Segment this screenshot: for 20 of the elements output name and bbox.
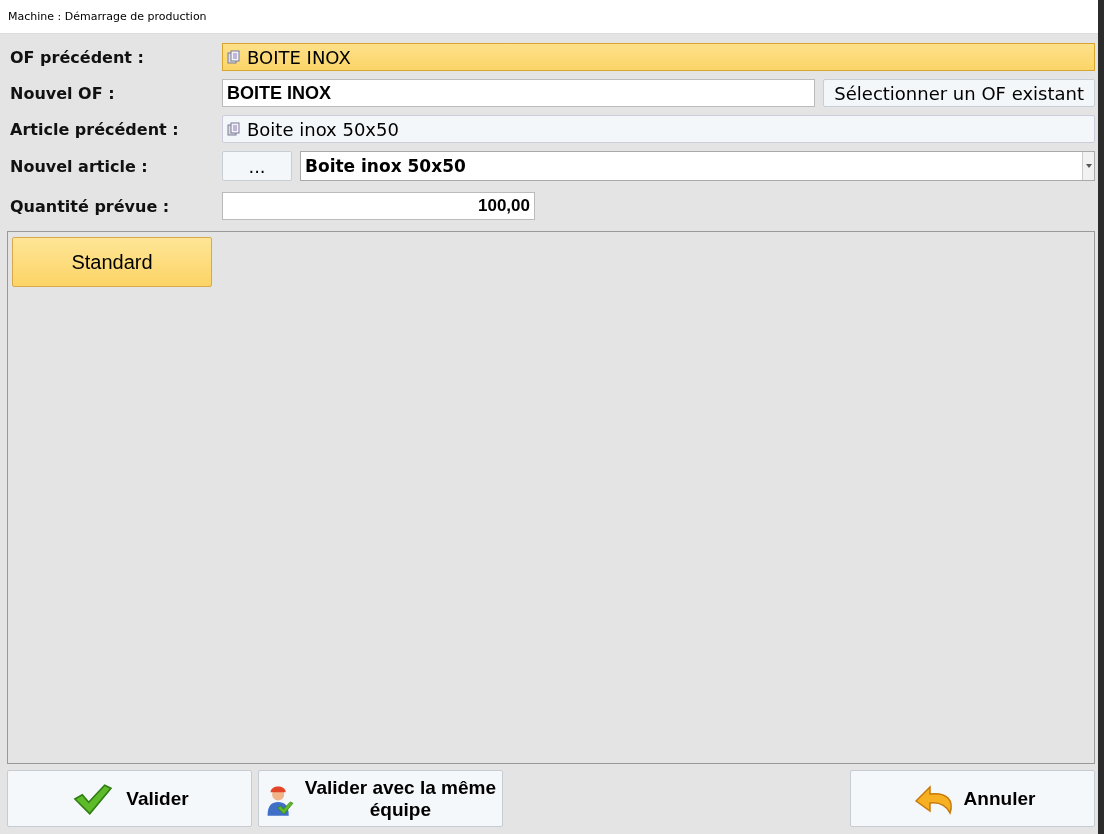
field-label: Nouvel OF : [10,83,116,103]
document-icon [227,122,241,136]
browse-button[interactable]: ... [222,151,292,181]
team-button[interactable]: Valider avec la même équipe [258,770,503,827]
field-label: Nouvel article : [10,156,149,176]
quantity-field[interactable]: 100,00 [222,192,535,220]
input-field[interactable]: BOITE INOX [222,79,816,107]
field-label: Quantité prévue : [10,196,171,216]
read-only-field: Boite inox 50x50 [222,115,1095,143]
field-label: OF précédent : [10,47,145,67]
document-icon [227,50,241,64]
field-label: Article précédent : [10,119,180,139]
cancel-button[interactable]: Annuler [850,770,1095,827]
read-only-field: BOITE INOX [222,43,1095,71]
dropdown-field[interactable]: Boite inox 50x50 [300,151,1095,181]
window-title: Machine : Démarrage de production [0,0,1098,34]
dropdown-arrow-icon [1085,164,1092,168]
select-button[interactable]: Sélectionner un OF existant [823,79,1095,107]
category-button[interactable]: Standard [12,237,212,287]
validate-button[interactable]: Valider [7,770,252,827]
